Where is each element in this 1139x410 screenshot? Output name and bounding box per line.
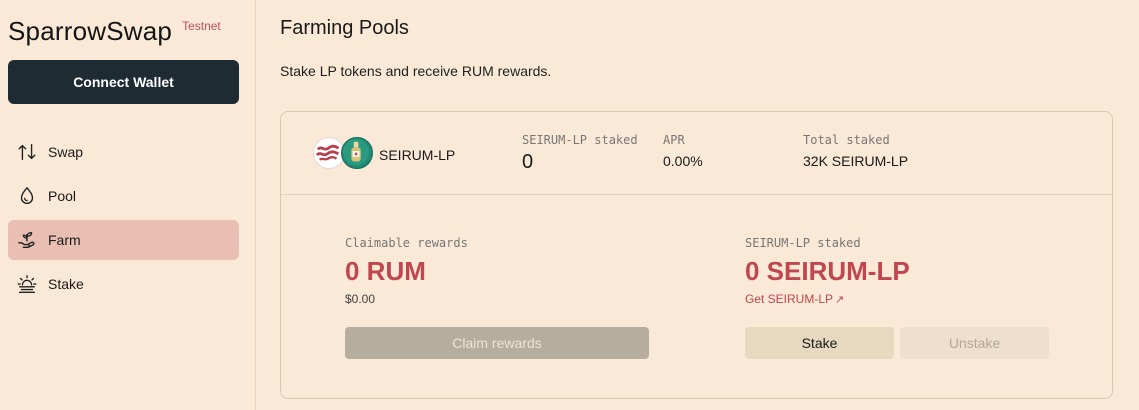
- staked-stat: SEIRUM-LP staked 0: [522, 133, 638, 174]
- network-badge: Testnet: [182, 19, 221, 33]
- apr-stat-value: 0.00%: [663, 153, 703, 169]
- rum-token-icon: [341, 137, 373, 169]
- app-logo-text: SparrowSwap: [8, 16, 173, 46]
- sidebar-item-farm[interactable]: Farm: [8, 220, 239, 260]
- swap-icon: [16, 141, 38, 163]
- page-title: Farming Pools: [280, 17, 409, 39]
- claimable-rewards-value: 0 RUM: [345, 256, 426, 286]
- pool-card-header: SEIRUM-LP SEIRUM-LP staked 0 APR 0.00% T…: [281, 112, 1112, 195]
- sidebar-item-label: Stake: [48, 276, 84, 292]
- apr-stat-label: APR: [663, 133, 685, 147]
- connect-wallet-button[interactable]: Connect Wallet: [8, 60, 239, 104]
- pool-card: SEIRUM-LP SEIRUM-LP staked 0 APR 0.00% T…: [280, 111, 1113, 399]
- brand: SparrowSwap Testnet: [8, 16, 221, 47]
- sidebar-nav: Swap Pool Farm Stake: [8, 132, 239, 308]
- apr-stat: APR 0.00%: [663, 133, 703, 169]
- external-link-icon: ↗: [835, 294, 845, 306]
- sidebar: SparrowSwap Testnet Connect Wallet Swap …: [0, 0, 256, 410]
- my-staked-label: SEIRUM-LP staked: [745, 236, 861, 250]
- unstake-button[interactable]: Unstake: [900, 327, 1049, 359]
- my-staked-value: 0 SEIRUM-LP: [745, 256, 910, 286]
- get-lp-link[interactable]: Get SEIRUM-LP ↗: [745, 292, 844, 306]
- total-staked-stat: Total staked 32K SEIRUM-LP: [803, 133, 908, 169]
- staked-stat-value: 0: [522, 151, 534, 173]
- droplet-icon: [16, 185, 38, 207]
- sidebar-item-pool[interactable]: Pool: [8, 176, 239, 216]
- total-staked-label: Total staked: [803, 133, 890, 147]
- sidebar-item-swap[interactable]: Swap: [8, 132, 239, 172]
- sun-stake-icon: [16, 273, 38, 295]
- claimable-rewards-usd: $0.00: [345, 292, 376, 306]
- stake-button[interactable]: Stake: [745, 327, 894, 359]
- staked-stat-label: SEIRUM-LP staked: [522, 133, 638, 147]
- sidebar-item-label: Swap: [48, 144, 84, 160]
- claimable-rewards-label: Claimable rewards: [345, 236, 468, 250]
- get-lp-link-text: Get SEIRUM-LP: [745, 292, 834, 306]
- total-staked-value: 32K SEIRUM-LP: [803, 153, 909, 169]
- pool-pair-name: SEIRUM-LP: [379, 147, 456, 163]
- token-pair-icons: [313, 137, 373, 169]
- sidebar-item-label: Pool: [48, 188, 77, 204]
- sidebar-item-stake[interactable]: Stake: [8, 264, 239, 304]
- sidebar-item-label: Farm: [48, 232, 81, 248]
- plant-hand-icon: [16, 229, 38, 251]
- page-subtitle: Stake LP tokens and receive RUM rewards.: [280, 63, 552, 79]
- claim-rewards-button[interactable]: Claim rewards: [345, 327, 649, 359]
